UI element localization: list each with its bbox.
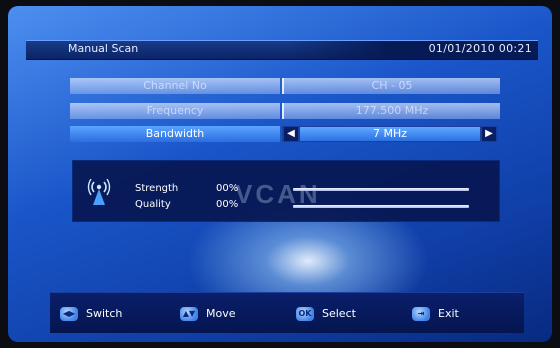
datetime-display: 01/01/2010 00:21 (428, 42, 532, 55)
header-bar: Manual Scan 01/01/2010 00:21 (26, 40, 538, 60)
channel-no-row[interactable]: Channel No CH - 05 (70, 78, 500, 94)
footer-exit-label: Exit (438, 307, 459, 320)
quality-label: Quality (135, 199, 171, 210)
page-title: Manual Scan (68, 42, 139, 55)
channel-no-value: CH - 05 (282, 78, 500, 94)
chevron-right-icon[interactable]: ▶ (482, 127, 496, 141)
bandwidth-value: 7 MHz (300, 127, 480, 141)
channel-no-label: Channel No (70, 78, 280, 94)
up-down-arrows-icon: ▲▼ (180, 307, 198, 321)
frequency-value: 177.500 MHz (282, 103, 500, 119)
strength-bar (293, 188, 469, 191)
quality-value: 00% (216, 199, 239, 210)
frequency-row[interactable]: Frequency 177.500 MHz (70, 103, 500, 119)
bandwidth-row[interactable]: Bandwidth ◀ 7 MHz ▶ (70, 126, 498, 142)
strength-label: Strength (135, 183, 179, 194)
footer-switch-label: Switch (86, 307, 123, 320)
strength-value: 00% (216, 183, 239, 194)
left-right-arrows-icon: ◀▶ (60, 307, 78, 321)
footer-select-label: Select (322, 307, 356, 320)
exit-icon: ⇥ (412, 307, 430, 321)
tv-screen: Manual Scan 01/01/2010 00:21 Channel No … (8, 6, 552, 342)
footer-move-label: Move (206, 307, 236, 320)
bandwidth-label: Bandwidth (70, 126, 280, 142)
footer-help-bar: ◀▶ Switch ▲▼ Move OK Select ⇥ Exit (50, 292, 524, 333)
chevron-left-icon[interactable]: ◀ (284, 127, 298, 141)
frequency-label: Frequency (70, 103, 280, 119)
antenna-icon (87, 179, 111, 205)
ok-icon: OK (296, 307, 314, 321)
quality-bar (293, 205, 469, 208)
signal-panel: VCAN Strength 00% Quality 00% (72, 160, 500, 222)
bandwidth-selector[interactable]: ◀ 7 MHz ▶ (282, 126, 498, 142)
